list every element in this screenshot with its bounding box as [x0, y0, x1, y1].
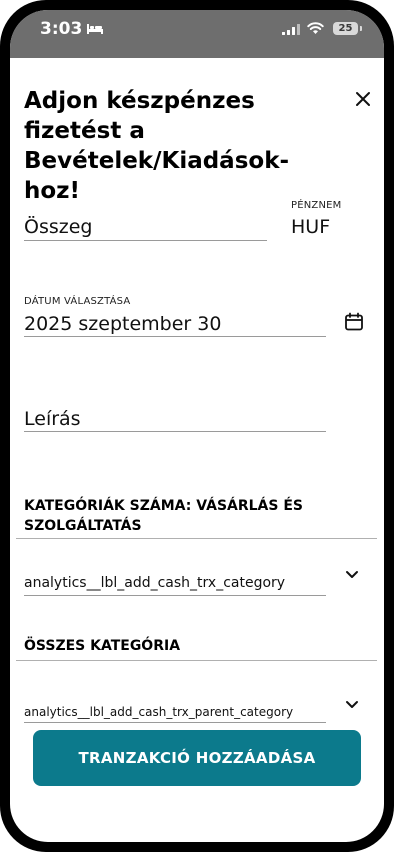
- chevron-down-icon[interactable]: [345, 570, 359, 580]
- date-underline: [24, 336, 326, 337]
- chevron-down-icon[interactable]: [345, 700, 359, 710]
- battery-level: 25: [338, 23, 353, 34]
- category-select[interactable]: analytics__lbl_add_cash_trx_category: [24, 575, 285, 591]
- date-label: DÁTUM VÁLASZTÁSA: [24, 296, 131, 307]
- phone-frame: 3:03 25 Adjon készpénzes fizetést a Bevé…: [0, 0, 394, 852]
- parent-category-divider: [16, 660, 377, 661]
- status-bar: 3:03 25: [10, 10, 384, 58]
- close-icon[interactable]: [354, 90, 372, 108]
- screen: 3:03 25 Adjon készpénzes fizetést a Bevé…: [10, 10, 384, 842]
- description-input[interactable]: Leírás: [24, 408, 81, 430]
- bed-icon: [87, 24, 103, 34]
- parent-category-section-label: ÖSSZES KATEGÓRIA: [24, 638, 181, 654]
- add-transaction-button[interactable]: TRANZAKCIÓ HOZZÁADÁSA: [33, 730, 361, 786]
- signal-icon: [282, 24, 300, 35]
- currency-label: PÉNZNEM: [291, 200, 342, 211]
- battery-icon: 25: [333, 22, 358, 35]
- parent-category-select[interactable]: analytics__lbl_add_cash_trx_parent_categ…: [24, 705, 293, 719]
- currency-value[interactable]: HUF: [291, 216, 330, 238]
- status-time: 3:03: [40, 19, 83, 39]
- description-underline: [24, 431, 326, 432]
- calendar-icon[interactable]: [344, 312, 364, 332]
- amount-input[interactable]: Összeg: [24, 216, 92, 238]
- parent-category-underline: [24, 722, 326, 723]
- amount-underline: [24, 240, 267, 241]
- page-title: Adjon készpénzes fizetést a Bevételek/Ki…: [24, 88, 290, 204]
- category-underline: [24, 595, 326, 596]
- wifi-icon: [307, 22, 324, 34]
- category-divider: [16, 538, 377, 539]
- date-input[interactable]: 2025 szeptember 30: [24, 313, 221, 335]
- battery-cap: [360, 26, 362, 31]
- category-section-label: KATEGÓRIÁK SZÁMA: VÁSÁRLÁS ÉS SZOLGÁLTAT…: [24, 498, 303, 534]
